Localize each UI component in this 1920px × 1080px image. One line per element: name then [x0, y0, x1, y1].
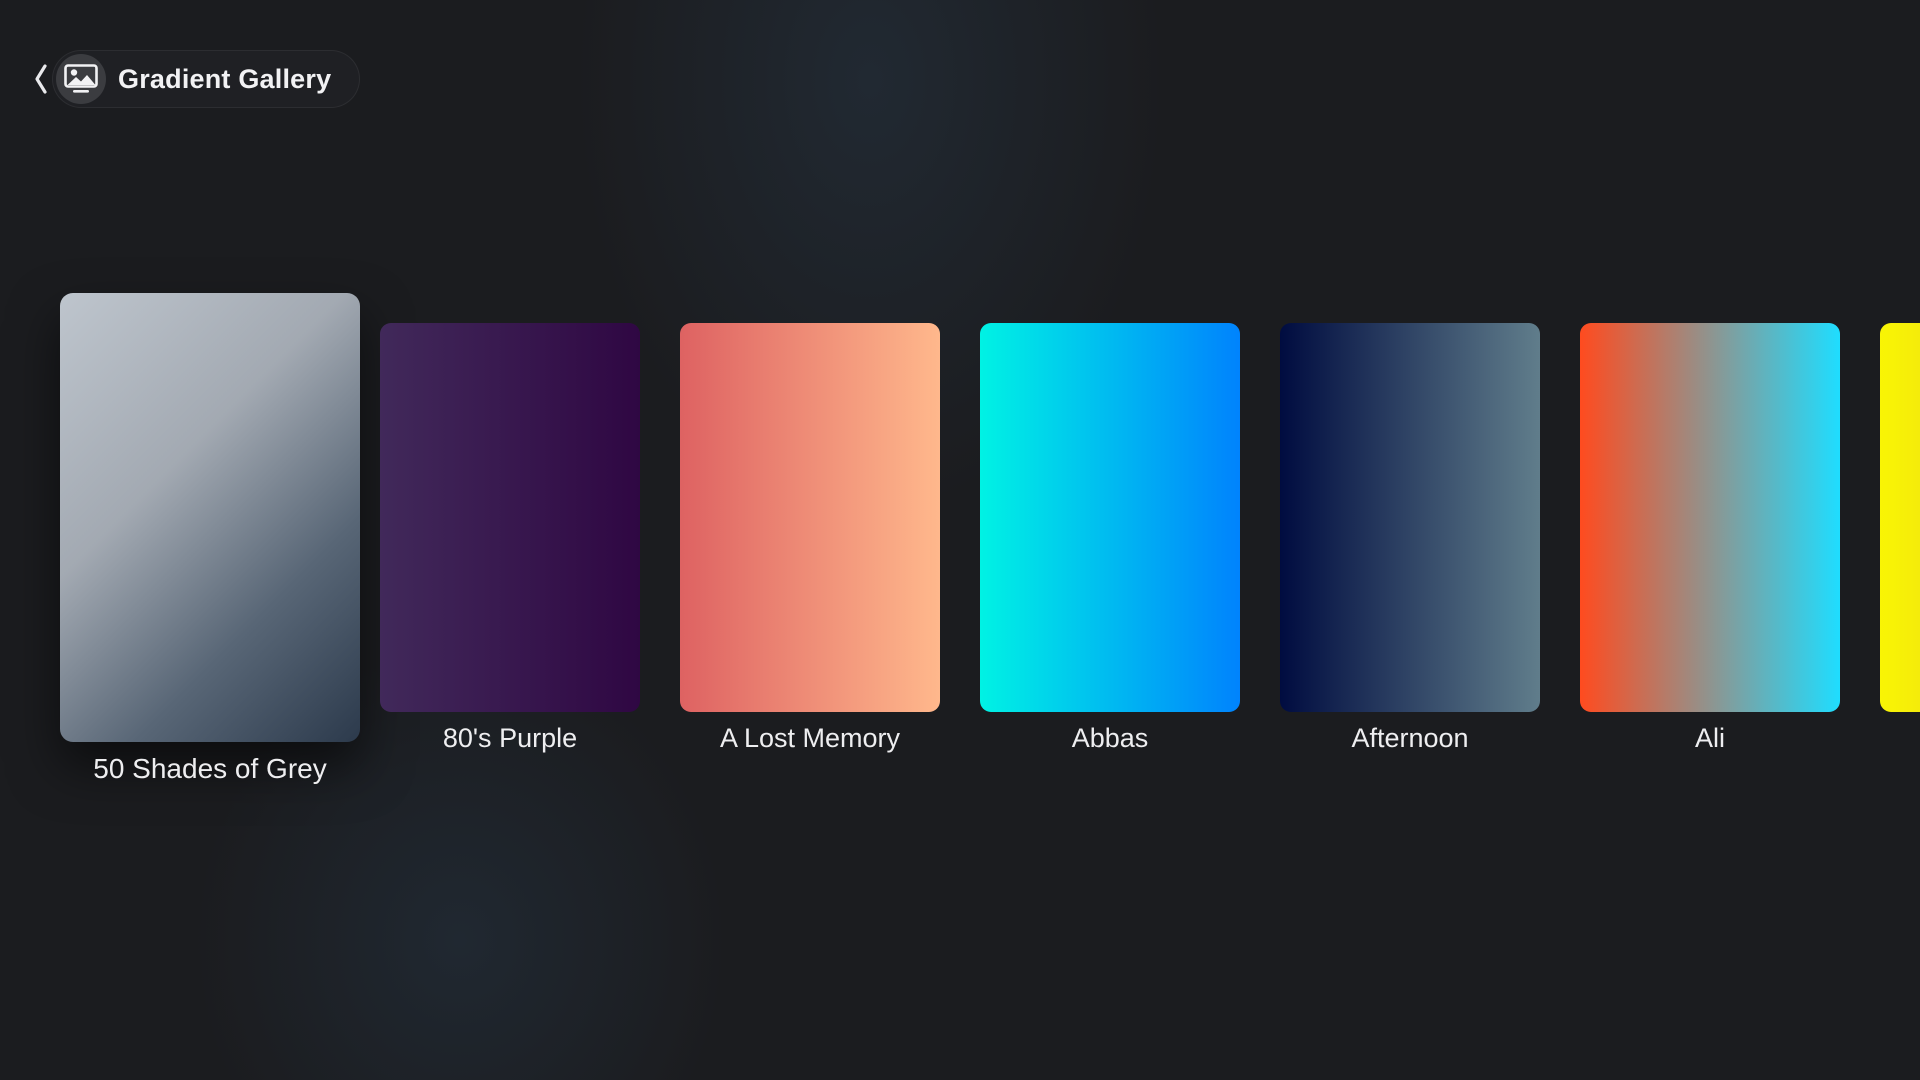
gradient-swatch[interactable] — [1580, 323, 1840, 712]
gradient-card-label: Abbas — [1071, 723, 1149, 753]
gradient-swatch[interactable] — [1280, 323, 1540, 712]
gradient-card-label: 80's Purple — [442, 723, 578, 753]
gradient-card-label: 50 Shades of Grey — [93, 753, 327, 784]
gradient-swatch[interactable] — [980, 323, 1240, 712]
gradient-gallery: 50 Shades of Grey 80's Purple A Lost Mem… — [0, 0, 1920, 1080]
gradient-swatch[interactable] — [680, 323, 940, 712]
gradient-card-label: Afternoon — [1351, 723, 1469, 753]
gradient-card-label: Ali — [1694, 723, 1725, 753]
screen: Gradient Gallery 50 Shades of Grey 80's … — [0, 0, 1920, 1080]
gradient-card-label: A Lost Memory — [719, 723, 901, 753]
gradient-swatch[interactable] — [1880, 323, 1920, 712]
gradient-swatch[interactable] — [380, 323, 640, 712]
gradient-swatch[interactable] — [60, 293, 360, 742]
